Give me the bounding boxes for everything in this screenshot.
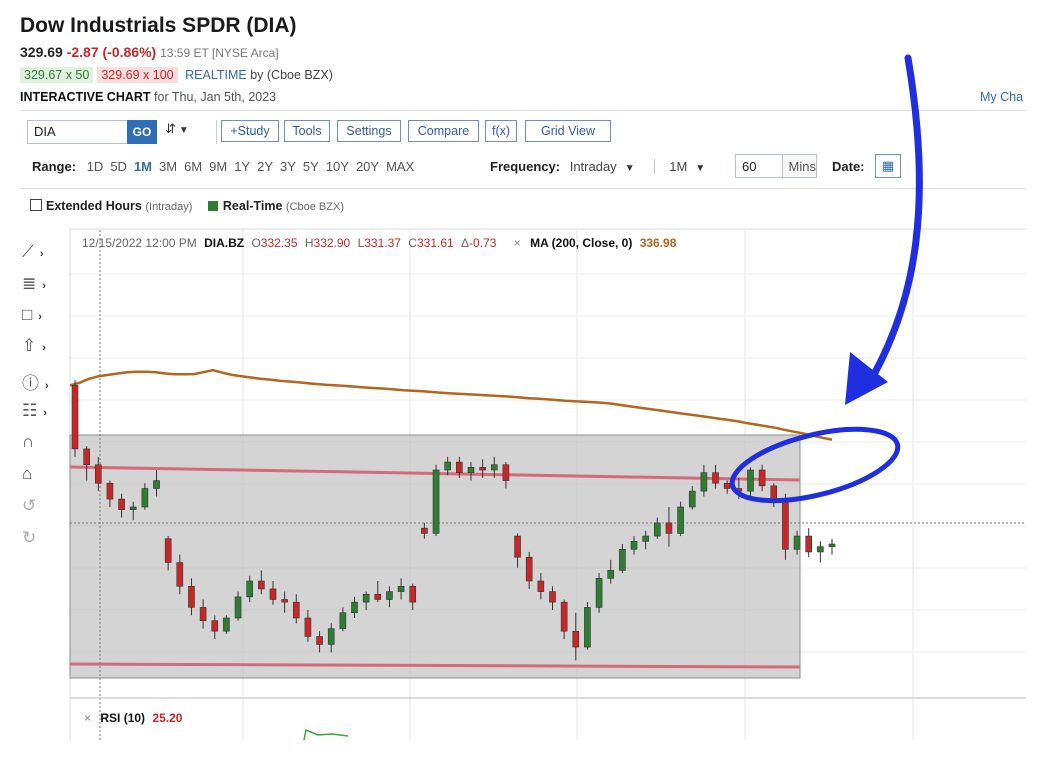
candle — [642, 535, 649, 542]
candle — [106, 482, 114, 500]
candle — [700, 472, 708, 492]
candle — [94, 464, 102, 484]
candle — [386, 591, 393, 600]
rsi-label: RSI (10) — [100, 711, 145, 725]
candle — [805, 535, 813, 553]
candle — [584, 607, 591, 648]
candle — [619, 548, 626, 571]
candle — [141, 488, 149, 508]
candle — [677, 506, 684, 534]
legend-close: 331.61 — [417, 236, 454, 250]
legend-delta-label: Δ — [461, 236, 469, 250]
legend-open-label: O — [251, 236, 260, 250]
candle — [234, 596, 242, 619]
candle — [456, 461, 463, 473]
rsi-legend: × RSI (10) 25.20 — [84, 711, 183, 725]
candle — [514, 535, 521, 558]
rsi-value: 25.20 — [152, 711, 182, 725]
candle — [351, 601, 358, 614]
annotation-arrow-shaft — [864, 54, 923, 389]
candle — [223, 617, 230, 632]
candle — [292, 601, 300, 619]
candle — [164, 538, 172, 563]
candle — [409, 585, 417, 603]
candle — [258, 580, 265, 590]
candle — [723, 482, 731, 489]
candle — [444, 461, 451, 471]
candle — [712, 472, 719, 484]
candle — [118, 498, 125, 510]
candle — [397, 585, 405, 592]
candle — [758, 469, 766, 487]
legend-close-label: C — [408, 236, 417, 250]
candle — [793, 535, 801, 550]
ma-200-line — [69, 368, 833, 441]
legend-datetime: 12/15/2022 12:00 PM — [82, 236, 197, 250]
candle — [432, 469, 440, 534]
candle — [269, 588, 277, 600]
candle — [83, 448, 90, 466]
candle — [654, 522, 661, 537]
legend-high: 332.90 — [314, 236, 351, 250]
candle — [828, 543, 836, 547]
legend-open: 332.35 — [261, 236, 298, 250]
candle — [176, 562, 184, 587]
candle — [479, 467, 486, 471]
candle — [467, 467, 475, 473]
candle — [339, 612, 347, 629]
candle — [421, 527, 428, 534]
candle — [549, 591, 556, 603]
candle — [747, 469, 754, 492]
candle — [537, 580, 545, 592]
price-chart[interactable]: 12/15/2022 12:00 PM DIA.BZ O332.35 H332.… — [0, 0, 1046, 760]
candle — [316, 636, 323, 645]
candle — [188, 585, 195, 608]
candle — [129, 506, 137, 510]
legend-info: 12/15/2022 12:00 PM DIA.BZ O332.35 H332.… — [82, 236, 677, 250]
legend-ma-value: 336.98 — [640, 236, 677, 250]
candle — [490, 464, 498, 471]
candle — [525, 556, 533, 582]
candle — [304, 617, 312, 637]
candle — [630, 541, 638, 550]
rsi-line — [303, 728, 349, 741]
candle — [817, 546, 824, 553]
close-icon: × — [514, 236, 521, 250]
candle — [71, 385, 79, 450]
legend-high-label: H — [305, 236, 314, 250]
candle — [502, 464, 510, 481]
candle — [688, 490, 696, 508]
legend-low: 331.37 — [364, 236, 401, 250]
candle — [246, 580, 253, 598]
candle — [665, 522, 673, 534]
candle — [199, 607, 207, 621]
candle — [374, 593, 382, 600]
candle — [327, 628, 335, 645]
legend-ma-label: MA (200, Close, 0) — [530, 236, 632, 250]
close-icon: × — [84, 711, 91, 725]
candle — [572, 630, 580, 648]
candle — [211, 620, 219, 632]
candle — [153, 480, 160, 489]
legend-delta: -0.73 — [469, 236, 497, 250]
candle — [560, 601, 568, 632]
candle — [595, 578, 603, 608]
candle — [281, 599, 288, 603]
legend-symbol: DIA.BZ — [204, 236, 244, 250]
candle — [782, 501, 789, 550]
candle — [362, 593, 370, 603]
candle — [607, 570, 615, 579]
